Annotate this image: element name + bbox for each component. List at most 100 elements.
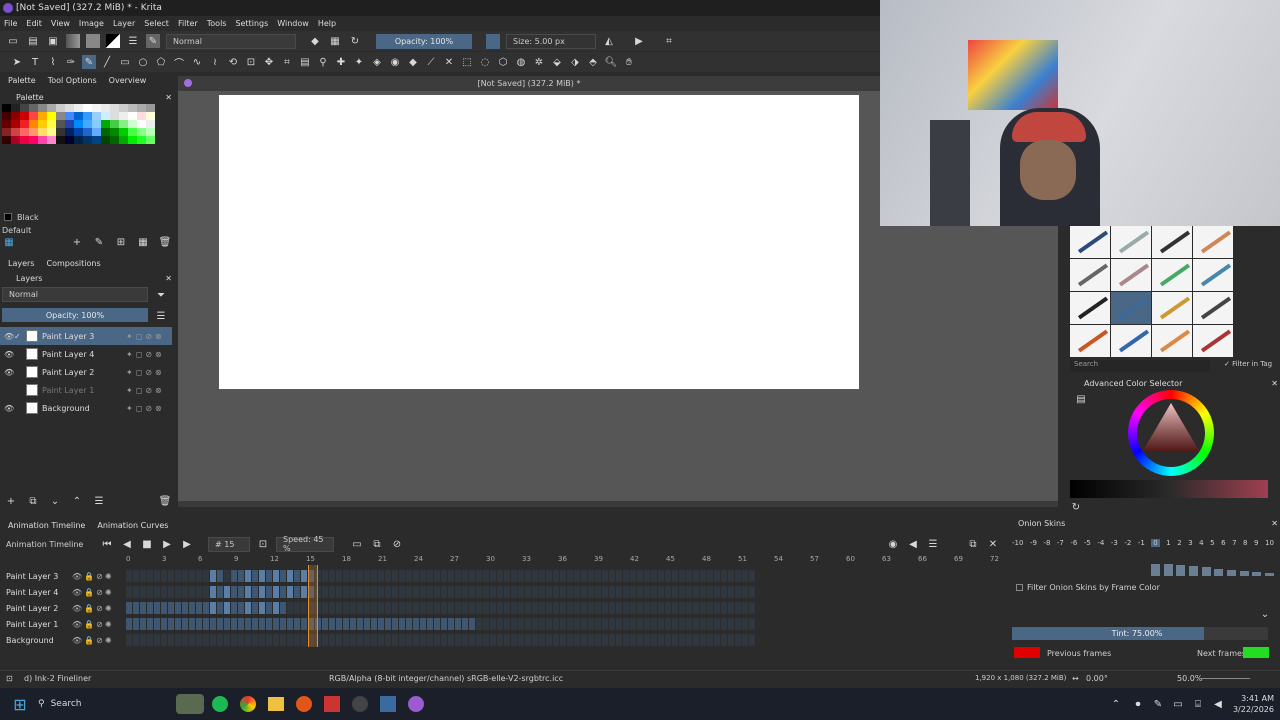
layer-flags-icon[interactable]: ✦◻⊘⊗ [126,350,172,359]
timeline-frame-cell[interactable] [126,618,132,630]
timeline-frame-cell[interactable] [539,618,545,630]
palette-swatch[interactable] [146,112,155,120]
timeline-frame-cell[interactable] [602,602,608,614]
wraparound-icon[interactable]: ⌗ [662,34,676,48]
onion-skin-toggle-icon[interactable]: ◉ [886,537,900,551]
palette-swatch[interactable] [128,104,137,112]
timeline-frame-cell[interactable] [343,570,349,582]
timeline-frame-cell[interactable] [203,618,209,630]
new-document-icon[interactable]: ▭ [6,34,20,48]
timeline-frame-cell[interactable] [490,602,496,614]
timeline-frame-cell[interactable] [322,634,328,646]
onion-frame-number[interactable]: -8 [1043,539,1050,547]
timeline-frame-cell[interactable] [420,634,426,646]
timeline-frame-cell[interactable] [273,634,279,646]
layer-check-icon[interactable]: ✓ [14,332,22,341]
palette-table-icon[interactable]: ▦ [136,235,150,249]
timeline-frame-cell[interactable] [357,618,363,630]
palette-swatch[interactable] [65,120,74,128]
similar-select-icon[interactable]: ⬙ [550,55,564,69]
timeline-frame-cell[interactable] [350,586,356,598]
rotation-icon[interactable]: ↔ [1072,674,1079,683]
brush-preset-thumbnail[interactable] [1193,325,1233,357]
timeline-frame-cell[interactable] [252,586,258,598]
timeline-frame-cell[interactable] [224,618,230,630]
layer-properties-icon[interactable]: ☰ [92,494,106,508]
duplicate-layer-icon[interactable]: ⧉ [26,494,40,508]
menu-view[interactable]: View [51,19,70,28]
visibility-eye-icon[interactable]: 👁︎ [4,404,14,413]
windows-start-icon[interactable]: ⊞ [10,694,30,714]
timeline-frame-cell[interactable] [735,602,741,614]
size-slider[interactable]: Size: 5.00 px [506,33,596,49]
timeline-layer-row[interactable]: Paint Layer 1 👁︎🔒⊘✺ [0,616,1000,632]
timeline-frame-cell[interactable] [147,602,153,614]
brush-preset-thumbnail[interactable] [1111,226,1151,258]
timeline-frame-cell[interactable] [588,618,594,630]
timeline-frame-cell[interactable] [679,602,685,614]
timeline-frame-cell[interactable] [490,618,496,630]
timeline-frame-cell[interactable] [266,586,272,598]
timeline-frame-cell[interactable] [630,586,636,598]
timeline-frame-cell[interactable] [623,586,629,598]
timeline-frame-cell[interactable] [203,634,209,646]
timeline-frame-cell[interactable] [399,618,405,630]
timeline-frame-cell[interactable] [273,570,279,582]
polygon-tool-icon[interactable]: ⬠ [154,55,168,69]
timeline-frame-cell[interactable] [637,570,643,582]
palette-swatch[interactable] [137,112,146,120]
palette-swatch[interactable] [101,104,110,112]
timeline-frame-cell[interactable] [161,586,167,598]
timeline-frame-cell[interactable] [259,570,265,582]
onion-frame-number[interactable]: 5 [1210,539,1214,547]
mirror-horizontal-icon[interactable]: ◭ [602,34,616,48]
timeline-frame-cell[interactable] [406,618,412,630]
timeline-frame-cell[interactable] [182,570,188,582]
timeline-frame-cell[interactable] [385,570,391,582]
timeline-frame-cell[interactable] [378,570,384,582]
delete-swatch-icon[interactable]: 🗑︎ [158,235,172,249]
timeline-frame-cell[interactable] [721,586,727,598]
onion-frame-number[interactable]: -2 [1124,539,1131,547]
timeline-frame-cell[interactable] [595,634,601,646]
timeline-frame-cell[interactable] [357,586,363,598]
palette-swatch[interactable] [2,120,11,128]
brush-preset-thumbnail[interactable] [1152,226,1192,258]
timeline-frame-cell[interactable] [161,570,167,582]
timeline-frame-cell[interactable] [525,618,531,630]
timeline-frame-cell[interactable] [714,586,720,598]
timeline-frame-cell[interactable] [301,586,307,598]
timeline-frame-cell[interactable] [546,586,552,598]
timeline-frame-cell[interactable] [217,634,223,646]
timeline-frame-cell[interactable] [658,634,664,646]
timeline-frame-cell[interactable] [140,618,146,630]
timeline-frame-cell[interactable] [252,634,258,646]
close-icon[interactable]: ✕ [1271,519,1278,528]
timeline-frame-cell[interactable] [560,634,566,646]
palette-swatch[interactable] [11,128,20,136]
timeline-frame-cell[interactable] [644,570,650,582]
palette-swatch[interactable] [56,120,65,128]
palette-swatch[interactable] [101,120,110,128]
timeline-frame-cell[interactable] [448,586,454,598]
palette-swatch[interactable] [74,128,83,136]
palette-swatch[interactable] [146,104,155,112]
timeline-frame-cell[interactable] [504,618,510,630]
tab-animation-curves[interactable]: Animation Curves [97,521,168,530]
timeline-frame-cell[interactable] [567,602,573,614]
timeline-frame-cell[interactable] [371,586,377,598]
timeline-frame-cell[interactable] [287,570,293,582]
timeline-frame-cell[interactable] [301,618,307,630]
timeline-frame-cell[interactable] [168,618,174,630]
drawing-canvas[interactable] [219,95,859,389]
polyline-tool-icon[interactable]: ⌒ [172,55,186,70]
timeline-frame-cell[interactable] [525,570,531,582]
timeline-frame-cell[interactable] [147,634,153,646]
palette-swatch[interactable] [92,128,101,136]
calligraphy-icon[interactable]: ✑ [64,55,78,69]
tab-palette[interactable]: Palette [8,76,36,85]
timeline-layer-flags-icon[interactable]: 👁︎🔒⊘✺ [72,636,126,645]
timeline-frame-cell[interactable] [693,570,699,582]
timeline-frame-cell[interactable] [231,634,237,646]
timeline-frame-cell[interactable] [287,602,293,614]
